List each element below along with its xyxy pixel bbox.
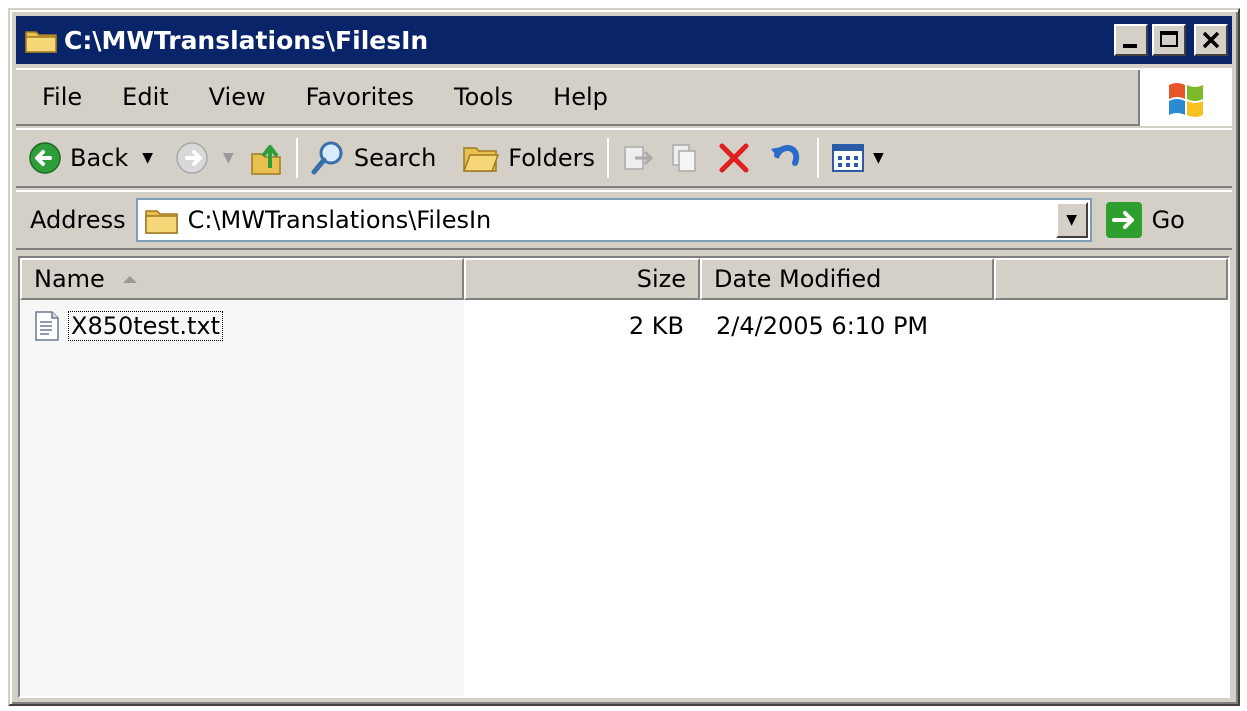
forward-dropdown-icon[interactable]: ▼ — [223, 150, 234, 166]
go-arrow-icon — [1105, 202, 1142, 238]
up-folder-icon — [251, 145, 281, 175]
file-row[interactable]: X850test.txt 2 KB 2/4/2005 6:10 PM — [20, 306, 1228, 346]
views-dropdown-icon[interactable]: ▼ — [873, 150, 884, 166]
move-to-icon — [624, 146, 654, 170]
window-title: C:\MWTranslations\FilesIn — [64, 25, 429, 55]
title-bar[interactable]: C:\MWTranslations\FilesIn — [16, 16, 1232, 64]
folders-icon — [463, 147, 500, 172]
undo-button[interactable] — [769, 141, 805, 175]
toolbar-separator — [606, 138, 609, 178]
chevron-down-icon: ▼ — [1066, 212, 1077, 228]
address-input[interactable]: C:\MWTranslations\FilesIn ▼ — [135, 198, 1092, 242]
column-header-empty — [994, 258, 1228, 300]
file-list[interactable]: Name Size Date Modified X850test.txt 2 K… — [18, 256, 1230, 698]
file-name-cell[interactable]: X850test.txt — [20, 310, 464, 342]
maximize-button[interactable] — [1152, 24, 1186, 56]
close-button[interactable] — [1194, 24, 1228, 56]
folder-icon — [144, 210, 178, 234]
back-button[interactable]: Back ▼ — [28, 141, 153, 175]
up-folder-button[interactable] — [250, 140, 284, 176]
column-header-size[interactable]: Size — [464, 258, 700, 300]
sort-ascending-icon — [122, 275, 137, 283]
back-arrow-icon — [29, 142, 61, 174]
file-size: 2 KB — [628, 312, 684, 340]
menu-favorites[interactable]: Favorites — [286, 83, 434, 111]
delete-button[interactable] — [717, 141, 751, 175]
minimize-icon — [1123, 44, 1137, 48]
column-header-name[interactable]: Name — [20, 258, 464, 300]
minimize-button[interactable] — [1114, 24, 1148, 56]
column-header-size-label: Size — [636, 265, 686, 293]
delete-icon — [719, 143, 749, 173]
address-value: C:\MWTranslations\FilesIn — [187, 206, 492, 234]
back-label: Back — [70, 144, 129, 172]
folder-icon — [25, 31, 57, 53]
move-to-button[interactable] — [621, 141, 655, 175]
window-controls — [1114, 24, 1228, 56]
address-bar: Address C:\MWTranslations\FilesIn ▼ Go — [16, 190, 1232, 250]
address-label: Address — [30, 206, 126, 234]
back-dropdown-icon[interactable]: ▼ — [142, 150, 153, 166]
file-name[interactable]: X850test.txt — [68, 311, 223, 341]
copy-to-icon — [672, 144, 696, 172]
file-date-modified: 2/4/2005 6:10 PM — [716, 312, 929, 340]
maximize-icon — [1160, 31, 1178, 47]
close-icon — [1202, 31, 1220, 49]
text-file-icon — [35, 311, 59, 341]
go-label: Go — [1151, 206, 1185, 234]
toolbar-separator — [816, 138, 819, 178]
standard-toolbar: Back ▼ ▼ Search Folders ▼ — [16, 128, 1232, 188]
search-label: Search — [353, 144, 437, 172]
column-header-date-modified[interactable]: Date Modified — [700, 258, 994, 300]
folders-label: Folders — [508, 144, 595, 172]
menu-help[interactable]: Help — [533, 83, 628, 111]
search-button[interactable]: Search — [310, 140, 436, 176]
menu-file[interactable]: File — [16, 83, 102, 111]
menu-edit[interactable]: Edit — [102, 83, 188, 111]
column-header-name-label: Name — [34, 265, 105, 293]
menu-bar: File Edit View Favorites Tools Help — [16, 68, 1232, 126]
folders-button[interactable]: Folders — [462, 142, 595, 174]
search-icon — [311, 141, 343, 175]
column-header-row: Name Size Date Modified — [20, 258, 1228, 300]
explorer-window: C:\MWTranslations\FilesIn File Edit View… — [8, 8, 1240, 706]
menu-view[interactable]: View — [189, 83, 286, 111]
go-button[interactable]: Go — [1105, 202, 1185, 238]
forward-arrow-icon — [176, 142, 208, 174]
toolbar-separator — [295, 138, 298, 178]
column-header-date-label: Date Modified — [714, 265, 882, 293]
menu-tools[interactable]: Tools — [434, 83, 533, 111]
windows-logo-icon — [1138, 70, 1232, 126]
copy-to-button[interactable] — [669, 141, 703, 175]
address-dropdown-button[interactable]: ▼ — [1055, 202, 1088, 238]
forward-button[interactable]: ▼ — [175, 141, 234, 175]
views-button[interactable]: ▼ — [831, 143, 884, 173]
views-icon — [831, 144, 864, 172]
undo-icon — [770, 145, 800, 166]
